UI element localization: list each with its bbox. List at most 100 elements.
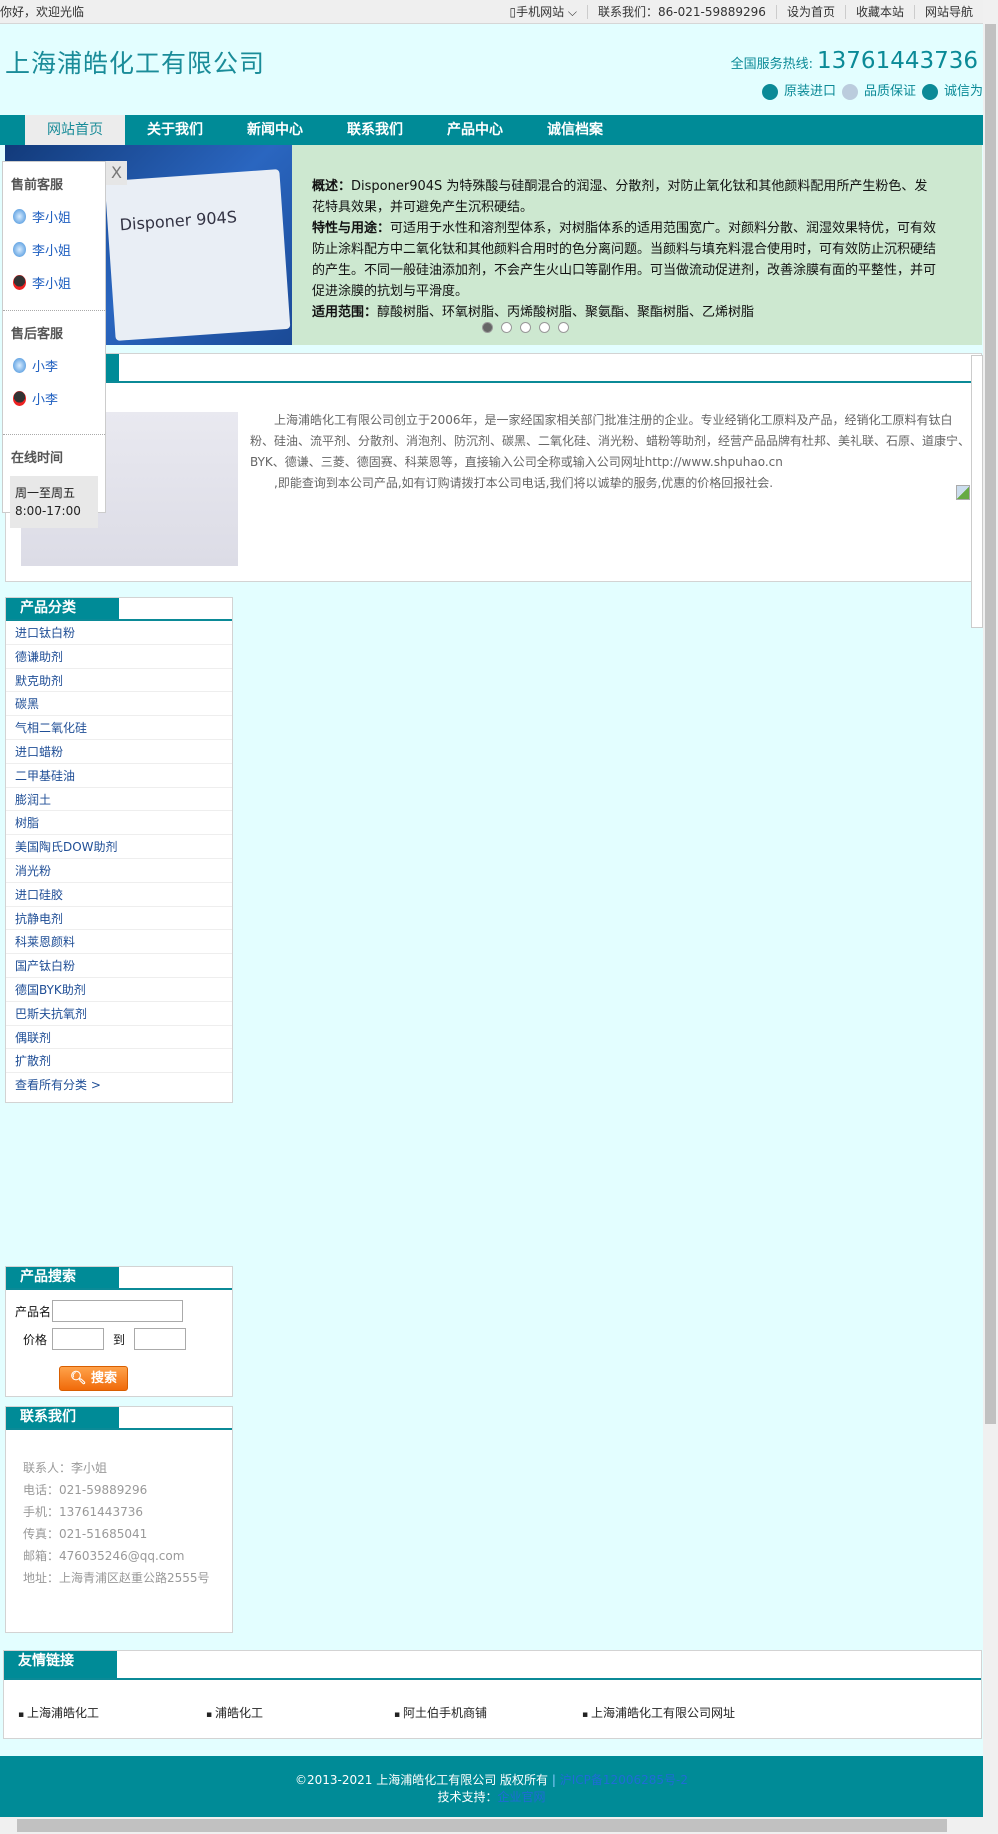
badge-quality: 品质保证 xyxy=(841,80,916,100)
category-item[interactable]: 德国BYK助剂 xyxy=(6,978,232,1002)
friend-links: 友情链接 上海浦皓化工 浦皓化工 阿土伯手机商铺 上海浦皓化工有限公司网址 xyxy=(3,1650,982,1739)
about-text: 上海浦皓化工有限公司创立于2006年，是一家经国家相关部门批准注册的企业。专业经… xyxy=(250,413,971,490)
contact-line: 手机：13761443736 xyxy=(23,1505,143,1519)
category-item[interactable]: 抗静电剂 xyxy=(6,907,232,931)
contact-line: 联系人：李小姐 xyxy=(23,1461,108,1475)
view-all-categories-link[interactable]: 查看所有分类 > xyxy=(6,1073,232,1097)
slide-dot[interactable] xyxy=(501,322,512,333)
contact-line: 地址：上海青浦区赵重公路2555号 xyxy=(23,1571,210,1585)
badge-import: 原装进口 xyxy=(761,80,836,100)
service-contact[interactable]: 小李 xyxy=(13,356,105,375)
nav-products[interactable]: 产品中心 xyxy=(425,115,525,145)
aftersale-title: 售后客服 xyxy=(11,327,64,342)
contact-line: 电话：021-59889296 xyxy=(23,1483,148,1497)
category-item[interactable]: 偶联剂 xyxy=(6,1026,232,1050)
customer-service-panel: 售前客服 李小姐 李小姐 李小姐 售后客服 小李 小李 在线时间 周一至周五 8:… xyxy=(2,161,106,528)
category-item[interactable]: 美国陶氏DOW助剂 xyxy=(6,835,232,859)
presale-title: 售前客服 xyxy=(11,178,64,193)
right-float-widget[interactable] xyxy=(971,355,983,628)
contact-title: 联系我们 xyxy=(6,1407,119,1428)
category-item[interactable]: 扩散剂 xyxy=(6,1049,232,1074)
mobile-site-link[interactable]: ▯手机网站 ⌵ xyxy=(499,5,587,19)
product-name-input[interactable] xyxy=(52,1300,183,1322)
slide-dot[interactable] xyxy=(539,322,550,333)
qq-icon xyxy=(13,391,26,406)
broken-image-icon xyxy=(956,485,970,500)
slide-dot[interactable] xyxy=(482,322,493,333)
recycle-icon xyxy=(761,83,778,100)
quality-seal-icon xyxy=(841,83,858,100)
badges: 原装进口 品质保证 诚信为本 xyxy=(761,80,996,100)
copyright: ©2013-2021 上海浦皓化工有限公司 版权所有 xyxy=(295,1773,549,1787)
nav-credit[interactable]: 诚信档案 xyxy=(525,115,625,145)
contact-phone: 联系我们：86-021-59889296 xyxy=(587,5,776,19)
friend-link[interactable]: 上海浦皓化工 xyxy=(18,1704,206,1721)
category-item[interactable]: 膨润土 xyxy=(6,788,232,812)
nav-about[interactable]: 关于我们 xyxy=(125,115,225,145)
slide-dots xyxy=(482,322,569,333)
category-item[interactable]: 进口硅胶 xyxy=(6,883,232,907)
search-title: 产品搜索 xyxy=(6,1267,119,1288)
contact-line: 邮箱：476035246@qq.com xyxy=(23,1549,185,1563)
product-label: Disponer 904S xyxy=(104,169,291,341)
banner-text: 概述：Disponer904S 为特殊酸与硅酮混合的润湿、分散剂，对防止氧化钛和… xyxy=(312,179,937,320)
price-max-input[interactable] xyxy=(134,1328,187,1350)
horizontal-scroll-thumb[interactable] xyxy=(17,1819,947,1832)
search-box: 产品搜索 产品名 价格到 🔍︎ 搜索 xyxy=(5,1266,233,1397)
slide-dot[interactable] xyxy=(558,322,569,333)
support-link[interactable]: 企业官网 xyxy=(498,1790,546,1804)
category-box: 产品分类 进口钛白粉 德谦助剂 默克助剂 碳黑 气相二氧化硅 进口蜡粉 二甲基硅油 膨润土 树脂… xyxy=(5,597,233,1103)
friend-link[interactable]: 浦皓化工 xyxy=(206,1704,394,1721)
chat-icon xyxy=(13,358,26,373)
category-title: 产品分类 xyxy=(6,598,119,619)
contact-line: 传真：021-51685041 xyxy=(23,1527,148,1541)
company-title: 上海浦皓化工有限公司 xyxy=(5,49,266,78)
hotline: 全国服务热线: 13761443736 xyxy=(731,48,978,74)
icp-link[interactable]: 沪ICP备12006285号-2 xyxy=(560,1773,688,1787)
category-item[interactable]: 科莱恩颜料 xyxy=(6,930,232,955)
nav-home[interactable]: 网站首页 xyxy=(25,115,125,145)
main-nav: 网站首页 关于我们 新闻中心 联系我们 产品中心 诚信档案 xyxy=(0,115,983,145)
service-contact[interactable]: 李小姐 xyxy=(13,273,105,292)
links-title: 友情链接 xyxy=(4,1651,117,1678)
contact-box: 联系我们 联系人：李小姐电话：021-59889296 手机：1376144373… xyxy=(5,1406,233,1633)
category-item[interactable]: 消光粉 xyxy=(6,859,232,883)
category-item[interactable]: 碳黑 xyxy=(6,692,232,717)
hotline-label: 全国服务热线: xyxy=(730,57,814,72)
category-item[interactable]: 德谦助剂 xyxy=(6,645,232,669)
category-item[interactable]: 进口钛白粉 xyxy=(6,621,232,645)
price-min-input[interactable] xyxy=(52,1328,104,1350)
online-time-title: 在线时间 xyxy=(11,451,64,466)
category-item[interactable]: 树脂 xyxy=(6,811,232,836)
nav-news[interactable]: 新闻中心 xyxy=(225,115,325,145)
top-bar: 你好，欢迎光临 ▯手机网站 ⌵ 联系我们：86-021-59889296 设为首… xyxy=(0,0,983,24)
service-contact[interactable]: 李小姐 xyxy=(13,240,105,259)
slide-dot[interactable] xyxy=(520,322,531,333)
close-icon[interactable]: X xyxy=(106,161,127,185)
category-item[interactable]: 巴斯夫抗氧剂 xyxy=(6,1002,232,1026)
vertical-scroll-thumb[interactable] xyxy=(985,24,996,1424)
search-button[interactable]: 🔍︎ 搜索 xyxy=(59,1366,128,1391)
footer: ©2013-2021 上海浦皓化工有限公司 版权所有 | 沪ICP备120062… xyxy=(0,1756,983,1817)
qq-icon xyxy=(13,275,26,290)
set-home-link[interactable]: 设为首页 xyxy=(775,5,845,19)
nav-contact[interactable]: 联系我们 xyxy=(325,115,425,145)
friend-link[interactable]: 上海浦皓化工有限公司网址 xyxy=(582,1704,882,1721)
bookmark-link[interactable]: 收藏本站 xyxy=(844,5,914,19)
category-item[interactable]: 二甲基硅油 xyxy=(6,764,232,788)
service-contact[interactable]: 李小姐 xyxy=(13,207,105,226)
service-contact[interactable]: 小李 xyxy=(13,389,105,408)
name-label: 产品名 xyxy=(15,1304,52,1319)
category-item[interactable]: 进口蜡粉 xyxy=(6,740,232,764)
chat-icon xyxy=(13,242,26,257)
category-item[interactable]: 默克助剂 xyxy=(6,669,232,693)
integrity-icon xyxy=(921,83,938,100)
search-icon: 🔍︎ xyxy=(69,1371,87,1386)
category-item[interactable]: 国产钛白粉 xyxy=(6,954,232,978)
category-item[interactable]: 气相二氧化硅 xyxy=(6,716,232,740)
price-label: 价格 xyxy=(22,1332,47,1347)
hotline-number: 13761443736 xyxy=(817,48,978,74)
sitemap-link[interactable]: 网站导航 xyxy=(913,5,983,19)
welcome-text: 你好，欢迎光临 xyxy=(0,5,85,19)
friend-link[interactable]: 阿土伯手机商铺 xyxy=(394,1704,582,1721)
